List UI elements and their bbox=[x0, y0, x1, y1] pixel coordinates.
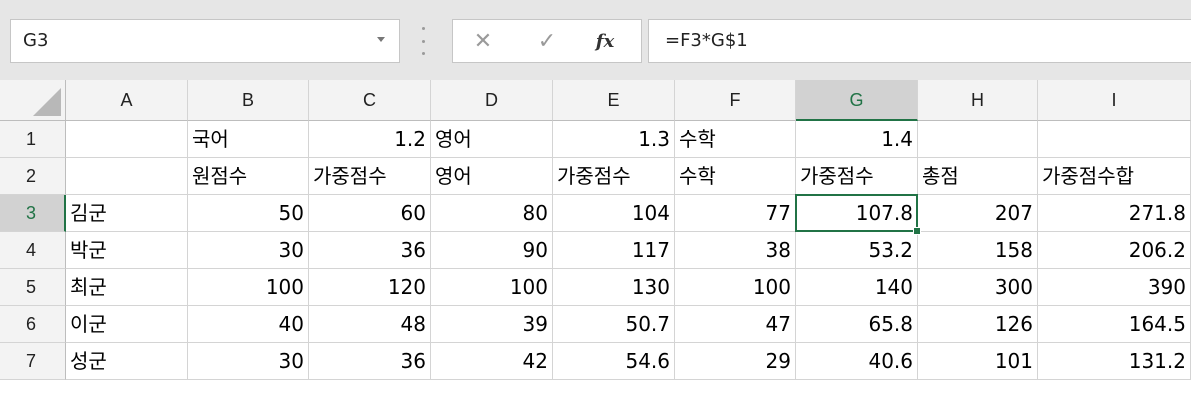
cell-g6[interactable]: 65.8 bbox=[796, 306, 918, 343]
formula-bar-area: G3 ✕ ✓ fx =F3*G$1 bbox=[0, 0, 1191, 80]
cell-h3[interactable]: 207 bbox=[918, 195, 1038, 232]
cell-b2[interactable]: 원점수 bbox=[188, 158, 309, 195]
select-all-corner[interactable] bbox=[0, 80, 66, 121]
cell-a5[interactable]: 최군 bbox=[66, 269, 188, 306]
column-header-i[interactable]: I bbox=[1038, 80, 1191, 121]
row-header-6[interactable]: 6 bbox=[0, 306, 66, 343]
column-header-d[interactable]: D bbox=[431, 80, 553, 121]
cell-i2[interactable]: 가중점수합 bbox=[1038, 158, 1191, 195]
column-header-e[interactable]: E bbox=[553, 80, 675, 121]
name-box-value: G3 bbox=[23, 30, 49, 51]
cell-e5[interactable]: 130 bbox=[553, 269, 675, 306]
cell-c7[interactable]: 36 bbox=[309, 343, 431, 380]
row-header-4[interactable]: 4 bbox=[0, 232, 66, 269]
cell-h4[interactable]: 158 bbox=[918, 232, 1038, 269]
cell-h5[interactable]: 300 bbox=[918, 269, 1038, 306]
cell-a3[interactable]: 김군 bbox=[66, 195, 188, 232]
cell-a7[interactable]: 성군 bbox=[66, 343, 188, 380]
cell-b4[interactable]: 30 bbox=[188, 232, 309, 269]
cell-d2[interactable]: 영어 bbox=[431, 158, 553, 195]
cell-g4[interactable]: 53.2 bbox=[796, 232, 918, 269]
fill-handle[interactable] bbox=[913, 227, 921, 235]
cell-g7[interactable]: 40.6 bbox=[796, 343, 918, 380]
cell-a1[interactable] bbox=[66, 121, 188, 158]
cell-e3[interactable]: 104 bbox=[553, 195, 675, 232]
row-header-3[interactable]: 3 bbox=[0, 195, 66, 232]
column-header-h[interactable]: H bbox=[918, 80, 1038, 121]
row-header-7[interactable]: 7 bbox=[0, 343, 66, 380]
select-all-icon bbox=[33, 88, 61, 116]
cell-i5[interactable]: 390 bbox=[1038, 269, 1191, 306]
cell-c3[interactable]: 60 bbox=[309, 195, 431, 232]
cell-e6[interactable]: 50.7 bbox=[553, 306, 675, 343]
cell-d7[interactable]: 42 bbox=[431, 343, 553, 380]
chevron-down-icon[interactable] bbox=[377, 37, 385, 42]
enter-check-icon[interactable]: ✓ bbox=[529, 26, 565, 56]
cell-g1[interactable]: 1.4 bbox=[796, 121, 918, 158]
cell-e2[interactable]: 가중점수 bbox=[553, 158, 675, 195]
cell-c6[interactable]: 48 bbox=[309, 306, 431, 343]
cell-i1[interactable] bbox=[1038, 121, 1191, 158]
cell-c5[interactable]: 120 bbox=[309, 269, 431, 306]
cell-h6[interactable]: 126 bbox=[918, 306, 1038, 343]
cell-a4[interactable]: 박군 bbox=[66, 232, 188, 269]
row-header-5[interactable]: 5 bbox=[0, 269, 66, 306]
cell-d1[interactable]: 영어 bbox=[431, 121, 553, 158]
cell-f2[interactable]: 수학 bbox=[675, 158, 796, 195]
cell-b7[interactable]: 30 bbox=[188, 343, 309, 380]
cell-d6[interactable]: 39 bbox=[431, 306, 553, 343]
drag-handle-icon[interactable] bbox=[421, 27, 425, 55]
cell-b6[interactable]: 40 bbox=[188, 306, 309, 343]
cell-b3[interactable]: 50 bbox=[188, 195, 309, 232]
cell-e7[interactable]: 54.6 bbox=[553, 343, 675, 380]
cell-f3[interactable]: 77 bbox=[675, 195, 796, 232]
row-header-2[interactable]: 2 bbox=[0, 158, 66, 195]
name-box[interactable]: G3 bbox=[10, 19, 400, 63]
worksheet-grid[interactable]: A B C D E F G H I 1 국어 1.2 영어 1.3 수학 1.4 2 원점수 가중점수 영어 가중점수 수… bbox=[0, 80, 1191, 404]
cell-h1[interactable] bbox=[918, 121, 1038, 158]
cell-i3[interactable]: 271.8 bbox=[1038, 195, 1191, 232]
cell-d5[interactable]: 100 bbox=[431, 269, 553, 306]
formula-input[interactable]: =F3*G$1 bbox=[648, 19, 1191, 63]
column-header-b[interactable]: B bbox=[188, 80, 309, 121]
cell-f4[interactable]: 38 bbox=[675, 232, 796, 269]
cell-f1[interactable]: 수학 bbox=[675, 121, 796, 158]
formula-buttons: ✕ ✓ fx bbox=[452, 19, 642, 63]
cell-i7[interactable]: 131.2 bbox=[1038, 343, 1191, 380]
cell-e1[interactable]: 1.3 bbox=[553, 121, 675, 158]
cell-i6[interactable]: 164.5 bbox=[1038, 306, 1191, 343]
cell-f7[interactable]: 29 bbox=[675, 343, 796, 380]
row-header-1[interactable]: 1 bbox=[0, 121, 66, 158]
cell-b5[interactable]: 100 bbox=[188, 269, 309, 306]
cell-c2[interactable]: 가중점수 bbox=[309, 158, 431, 195]
cell-i4[interactable]: 206.2 bbox=[1038, 232, 1191, 269]
column-header-c[interactable]: C bbox=[309, 80, 431, 121]
cell-b1[interactable]: 국어 bbox=[188, 121, 309, 158]
column-header-f[interactable]: F bbox=[675, 80, 796, 121]
cell-d4[interactable]: 90 bbox=[431, 232, 553, 269]
cancel-icon[interactable]: ✕ bbox=[465, 26, 501, 56]
formula-value: =F3*G$1 bbox=[665, 30, 748, 51]
cell-f5[interactable]: 100 bbox=[675, 269, 796, 306]
cell-e4[interactable]: 117 bbox=[553, 232, 675, 269]
cell-h7[interactable]: 101 bbox=[918, 343, 1038, 380]
column-header-a[interactable]: A bbox=[66, 80, 188, 121]
cell-g3[interactable]: 107.8 bbox=[796, 195, 918, 232]
cell-c1[interactable]: 1.2 bbox=[309, 121, 431, 158]
cell-h2[interactable]: 총점 bbox=[918, 158, 1038, 195]
insert-function-icon[interactable]: fx bbox=[587, 26, 623, 56]
cell-g2[interactable]: 가중점수 bbox=[796, 158, 918, 195]
cell-c4[interactable]: 36 bbox=[309, 232, 431, 269]
spreadsheet-window: G3 ✕ ✓ fx =F3*G$1 A B C D E F G H I 1 국어 1.2 영어 1.3 수학… bbox=[0, 0, 1191, 404]
cell-a2[interactable] bbox=[66, 158, 188, 195]
cell-f6[interactable]: 47 bbox=[675, 306, 796, 343]
cell-a6[interactable]: 이군 bbox=[66, 306, 188, 343]
cell-d3[interactable]: 80 bbox=[431, 195, 553, 232]
column-header-g[interactable]: G bbox=[796, 80, 918, 121]
cell-g5[interactable]: 140 bbox=[796, 269, 918, 306]
